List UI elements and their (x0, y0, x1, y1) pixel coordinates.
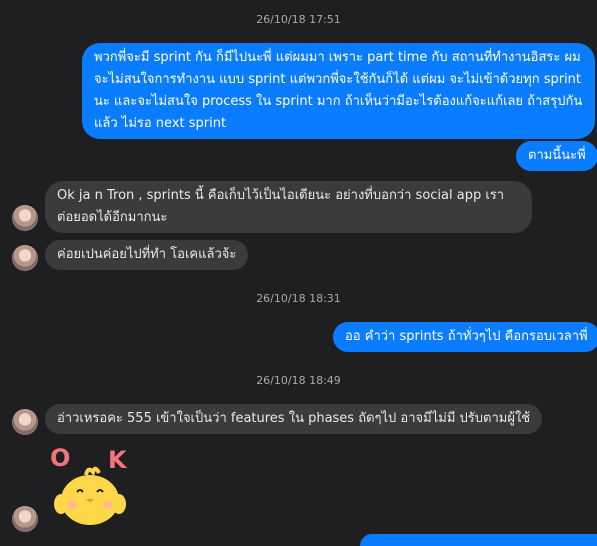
sticker-letter: O (50, 444, 70, 472)
timestamp: 26/10/18 18:31 (256, 292, 341, 305)
message-bubble-outgoing[interactable]: พวกพี่จะมี sprint กัน ก็มีไปนะพี่ แต่ผมม… (82, 43, 595, 139)
chick-tuft (84, 466, 101, 477)
contact-avatar[interactable] (12, 409, 38, 435)
message-bubble-incoming[interactable]: ค่อยเปนค่อยไปที่ทำ โอเคแล้วจ้ะ (45, 240, 249, 270)
chick-wing (54, 494, 68, 514)
contact-avatar[interactable] (12, 245, 38, 271)
chick-wing (112, 494, 126, 514)
ok-chick-sticker[interactable]: O K (44, 442, 136, 530)
message-bubble-incoming[interactable]: อ่าวเหรอคะ 555 เข้าใจเป็นว่า features ใน… (45, 404, 543, 434)
sticker-letter: K (108, 446, 128, 474)
timestamp: 26/10/18 18:49 (256, 374, 341, 387)
message-bubble-outgoing-partial[interactable] (360, 534, 597, 546)
contact-avatar[interactable] (12, 205, 38, 231)
message-bubble-outgoing[interactable]: ออ คำว่า sprints ถ้าทั่วๆไป คือกรอบเวลาพ… (333, 322, 597, 352)
message-bubble-outgoing[interactable]: ตามนี้นะพี่ (516, 141, 597, 171)
timestamp: 26/10/18 17:51 (256, 13, 341, 26)
contact-avatar[interactable] (12, 506, 38, 532)
message-bubble-incoming[interactable]: Ok ja n Tron , sprints นี้ คือเก็บไว้เป็… (45, 181, 532, 233)
